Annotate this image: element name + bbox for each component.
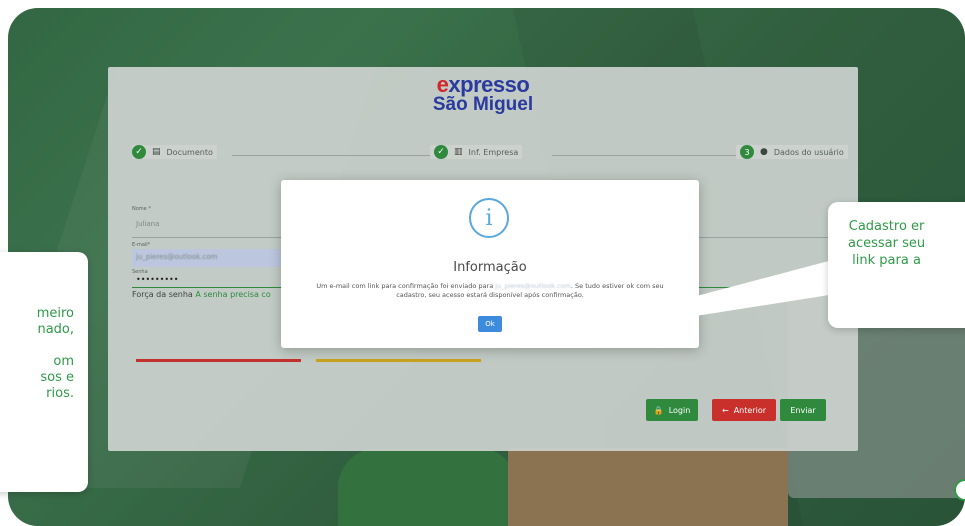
info-icon: i (469, 198, 509, 238)
login-button[interactable]: 🔒 Login (646, 399, 698, 421)
step-number: 3 (740, 145, 754, 159)
step-label: Documento (166, 147, 213, 157)
logo-subtitle: São Miguel (432, 94, 534, 115)
send-label: Enviar (790, 405, 816, 415)
stepper: ✓ ▤ Documento ✓ ▥ Inf. Empresa 3 ● Dados… (132, 145, 848, 165)
callout-text: meiro nado, om sos e rios. (36, 306, 74, 401)
step-connector (552, 155, 742, 156)
send-button[interactable]: Enviar (780, 399, 826, 421)
check-icon: ✓ (132, 145, 146, 159)
document-icon: ▤ (152, 147, 161, 157)
tutorial-callout-left: meiro nado, om sos e rios. (0, 252, 88, 492)
strength-warning: A senha precisa co (195, 290, 271, 299)
callout-text: Cadastro er acessar seu link para a (848, 219, 926, 268)
previous-button[interactable]: ← Anterior (712, 399, 776, 421)
step-connector (232, 155, 442, 156)
tutorial-callout-right: Cadastro er acessar seu link para a (828, 202, 965, 328)
previous-label: Anterior (733, 405, 766, 415)
strength-label: Força da senha (132, 290, 193, 299)
step-label: Dados do usuário (773, 147, 844, 157)
step-inf-empresa[interactable]: ✓ ▥ Inf. Empresa (430, 145, 523, 159)
info-dialog: i Informação Um e-mail com link para con… (281, 180, 699, 348)
name-input[interactable]: Juliana (136, 220, 159, 228)
login-label: Login (668, 405, 691, 415)
user-icon: ● (760, 147, 768, 157)
dialog-title: Informação (453, 260, 527, 275)
step-label: Inf. Empresa (468, 147, 519, 157)
logo: expresso São Miguel (108, 74, 858, 115)
step-documento[interactable]: ✓ ▤ Documento (132, 145, 217, 159)
check-icon: ✓ (434, 145, 448, 159)
email-label: E-mail* (132, 242, 151, 248)
strength-bar-weak (136, 359, 301, 362)
name-label: Nome * (132, 206, 151, 212)
ok-button[interactable]: Ok (478, 316, 502, 332)
dialog-email: ju_pieres@outlook.com (495, 282, 571, 290)
strength-bar-medium (316, 359, 481, 362)
password-strength: Força da senha A senha precisa co (132, 290, 271, 299)
lock-icon: 🔒 (653, 405, 664, 415)
password-input[interactable]: ••••••••• (136, 275, 178, 284)
arrow-left-icon: ← (722, 405, 729, 415)
building-icon: ▥ (454, 147, 463, 157)
email-value: ju_pieres@outlook.com (136, 253, 218, 261)
dialog-message: Um e-mail com link para confirmação foi … (316, 282, 664, 299)
step-dados-usuario[interactable]: 3 ● Dados do usuário (736, 145, 848, 159)
